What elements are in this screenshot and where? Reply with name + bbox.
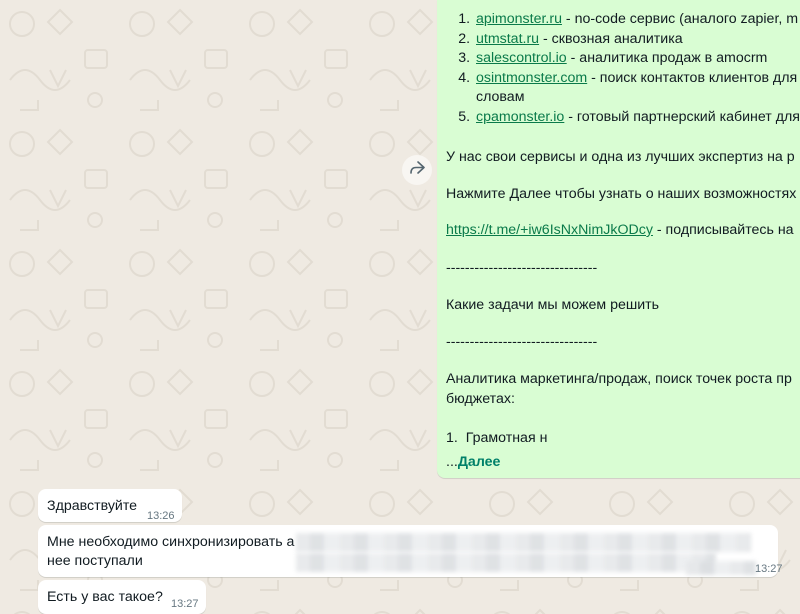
- service-link[interactable]: salescontrol.io: [476, 50, 567, 66]
- message-time: 13:27: [755, 563, 783, 575]
- service-desc: - сквозная аналитика: [539, 30, 683, 47]
- service-desc: - аналитика продаж в amocrm: [566, 50, 768, 66]
- telegram-line: https://t.me/+iw6IsNxNimJkODcy - подписы…: [446, 221, 794, 241]
- message-line: Мне необходимо синхронизировать а: [47, 534, 295, 550]
- paragraph-next: Нажмите Далее чтобы узнать о наших возмо…: [446, 186, 797, 202]
- service-link[interactable]: cpamonster.io: [476, 109, 564, 125]
- tasks-heading: Какие задачи мы можем решить: [446, 297, 660, 313]
- list-item: apimonster.ru - no-code сервис (аналого …: [474, 10, 800, 30]
- redacted-text: [296, 553, 716, 572]
- read-more-link[interactable]: Далее: [458, 454, 501, 470]
- service-desc: - no-code сервис (аналого zapier, m: [561, 11, 799, 27]
- analytics-line: Аналитика маркетинга/продаж, поиск точек…: [446, 371, 792, 387]
- telegram-link[interactable]: https://t.me/+iw6IsNxNimJkODcy: [446, 222, 653, 238]
- analytics-text: Аналитика маркетинга/продаж, поиск точек…: [446, 370, 792, 409]
- message-time: 13:27: [171, 598, 199, 610]
- list-item: osintmonster.com - поиск контактов клиен…: [474, 69, 800, 108]
- redacted-text: [686, 561, 756, 575]
- divider-line: --------------------------------: [446, 334, 598, 350]
- list-number: 1.: [446, 430, 466, 446]
- divider-line: --------------------------------: [446, 260, 598, 276]
- service-desc: - поиск контактов клиентов для: [587, 69, 798, 86]
- service-desc-cont: словам: [476, 89, 525, 105]
- list-item: 1. Грамотная н: [446, 429, 547, 449]
- message-text: Есть у вас такое?: [47, 589, 163, 605]
- analytics-line: бюджетах:: [446, 390, 515, 407]
- service-link[interactable]: apimonster.ru: [476, 11, 562, 27]
- outgoing-message: apimonster.ru - no-code сервис (аналого …: [437, 0, 800, 478]
- services-list-wrap: apimonster.ru - no-code сервис (аналого …: [446, 10, 800, 127]
- incoming-message: Здравствуйте 13:26: [38, 489, 182, 522]
- service-link[interactable]: utmstat.ru: [476, 31, 539, 47]
- list-item: utmstat.ru - сквозная аналитика: [474, 30, 800, 50]
- incoming-message: Есть у вас такое? 13:27: [38, 580, 206, 614]
- telegram-suffix: - подписывайтесь на: [652, 222, 794, 238]
- message-line: нее поступали: [47, 553, 143, 569]
- list-item-text: Грамотная н: [465, 430, 548, 446]
- message-time: 13:26: [147, 510, 175, 522]
- list-item: salescontrol.io - аналитика продаж в amo…: [474, 49, 800, 69]
- read-more[interactable]: ...Далее: [446, 453, 500, 473]
- service-link[interactable]: osintmonster.com: [476, 70, 587, 86]
- forward-button[interactable]: [402, 155, 432, 185]
- incoming-message: Мне необходимо синхронизировать а нее пос…: [38, 525, 783, 577]
- message-text: Здравствуйте: [47, 498, 138, 514]
- list-item: cpamonster.io - готовый партнерский каби…: [474, 108, 800, 128]
- service-desc: - готовый партнерский кабинет для: [564, 108, 800, 125]
- read-more-ellipsis: ...: [446, 454, 458, 470]
- forward-icon: [409, 160, 425, 180]
- paragraph-expertise: У нас свои сервисы и одна из лучших эксп…: [446, 149, 795, 165]
- services-list: apimonster.ru - no-code сервис (аналого …: [446, 10, 800, 127]
- message-text: Мне необходимо синхронизировать а нее пос…: [47, 533, 294, 571]
- redacted-text: [296, 533, 751, 552]
